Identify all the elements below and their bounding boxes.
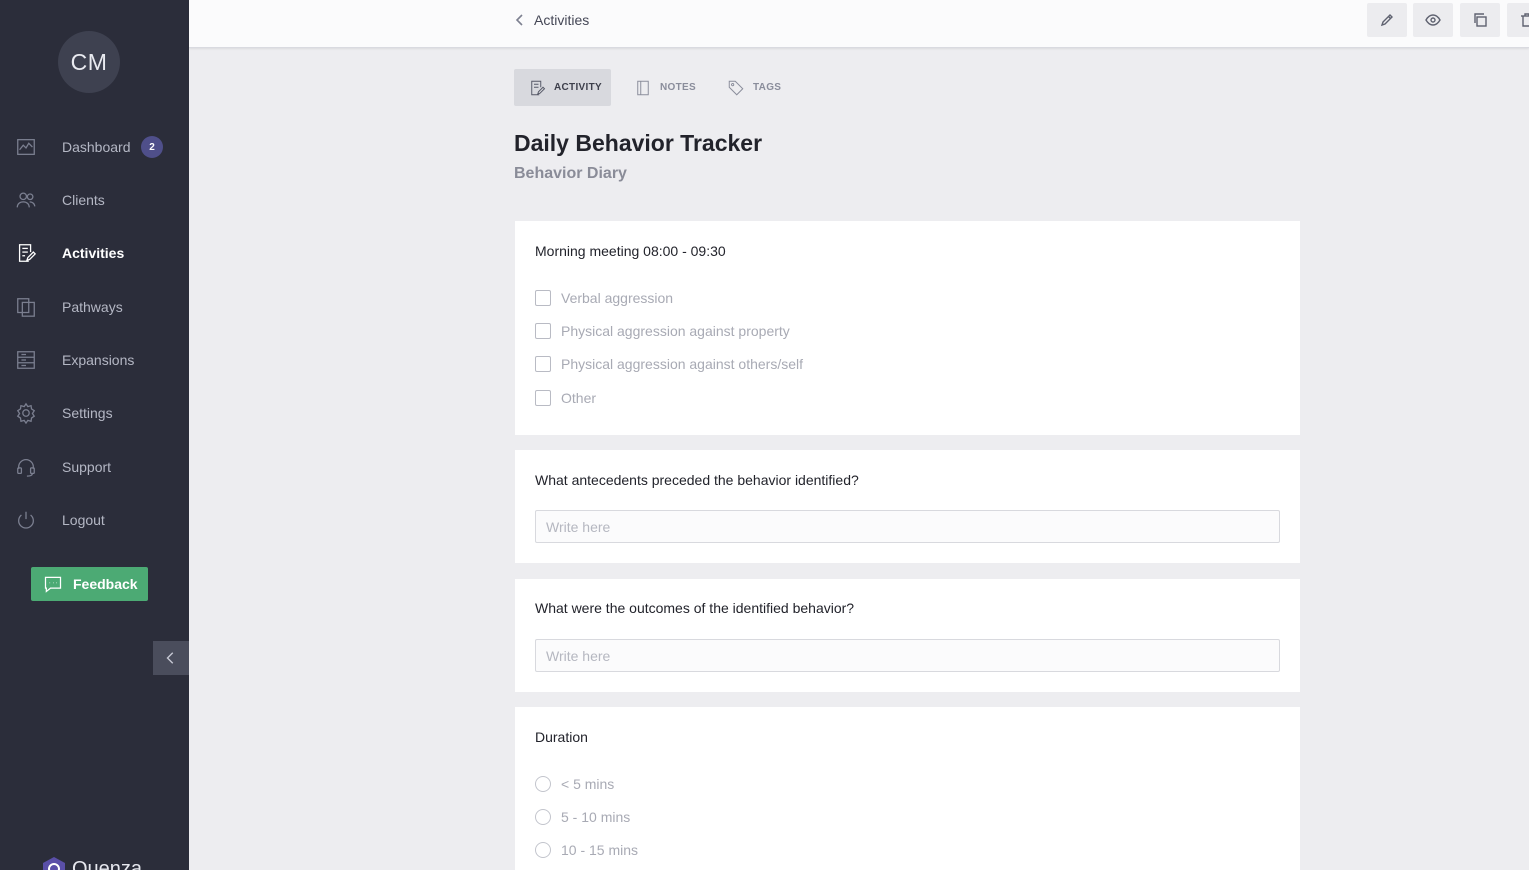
radio-button[interactable]: [535, 809, 551, 825]
tag-icon: [728, 80, 744, 95]
checkbox-option[interactable]: Verbal aggression: [535, 290, 673, 306]
checkbox-option[interactable]: Other: [535, 390, 596, 406]
sidebar-item-clients[interactable]: Clients: [0, 180, 189, 220]
eye-icon: [1425, 14, 1441, 26]
activity-icon: [531, 80, 546, 95]
tab-activity[interactable]: ACTIVITY: [514, 69, 611, 106]
chevron-left-icon: [166, 652, 174, 664]
avatar[interactable]: CM: [58, 31, 120, 93]
checkbox-option[interactable]: Physical aggression against others/self: [535, 356, 803, 372]
quenza-logo-icon: [43, 857, 65, 870]
radio-option[interactable]: 10 - 15 mins: [535, 842, 638, 858]
radio-button[interactable]: [535, 776, 551, 792]
checkbox[interactable]: [535, 323, 551, 339]
outcomes-input[interactable]: [535, 639, 1280, 672]
sidebar-item-logout[interactable]: Logout: [0, 500, 189, 540]
tab-label: NOTES: [660, 82, 696, 93]
option-label: Verbal aggression: [561, 290, 674, 306]
sidebar-item-label: Dashboard: [62, 139, 131, 155]
question-label: What were the outcomes of the identified…: [535, 600, 855, 616]
question-label: Duration: [535, 729, 588, 745]
activity-title: Daily Behavior Tracker: [514, 130, 763, 156]
top-bar: Activities: [189, 0, 1529, 48]
sidebar-item-label: Activities: [62, 245, 125, 261]
users-icon: [14, 188, 38, 212]
radio-option[interactable]: 5 - 10 mins: [535, 809, 630, 825]
pathways-icon: [14, 295, 38, 319]
chat-icon: [44, 576, 62, 593]
sidebar-item-activities[interactable]: Activities: [0, 233, 189, 273]
radio-button[interactable]: [535, 842, 551, 858]
feedback-label: Feedback: [73, 576, 138, 592]
checkbox[interactable]: [535, 290, 551, 306]
brand-logo: Quenza: [40, 855, 142, 870]
option-label: 5 - 10 mins: [561, 809, 631, 825]
expansions-icon: [14, 348, 38, 372]
question-label: Morning meeting 08:00 - 09:30: [535, 243, 726, 259]
trash-icon: [1521, 13, 1529, 27]
option-label: 10 - 15 mins: [561, 842, 639, 858]
sidebar-item-label: Expansions: [62, 352, 135, 368]
brand-name: Quenza: [72, 857, 143, 870]
power-icon: [14, 508, 38, 532]
option-label: Physical aggression against property: [561, 323, 790, 339]
checkbox[interactable]: [535, 390, 551, 406]
question-label: What antecedents preceded the behavior i…: [535, 472, 859, 488]
sidebar-item-label: Support: [62, 459, 112, 475]
tab-tags[interactable]: TAGS: [713, 69, 793, 106]
sidebar-item-settings[interactable]: Settings: [0, 393, 189, 433]
activity-subtitle: Behavior Diary: [514, 165, 627, 182]
notification-badge: 2: [141, 136, 163, 158]
radio-option[interactable]: < 5 mins: [535, 776, 614, 792]
sidebar: CM Dashboard 2 Clients Activities Pathwa…: [0, 0, 189, 870]
collapse-sidebar-button[interactable]: [153, 641, 189, 675]
delete-button[interactable]: [1507, 3, 1529, 37]
sidebar-item-dashboard[interactable]: Dashboard 2: [0, 127, 189, 167]
sidebar-item-label: Logout: [62, 512, 105, 528]
activities-icon: [14, 241, 38, 265]
sidebar-item-expansions[interactable]: Expansions: [0, 340, 189, 380]
tab-notes[interactable]: NOTES: [620, 69, 706, 106]
notes-icon: [637, 80, 649, 95]
checkbox-option[interactable]: Physical aggression against property: [535, 323, 790, 339]
preview-button[interactable]: [1413, 3, 1453, 37]
gear-icon: [14, 401, 38, 425]
feedback-button[interactable]: Feedback: [31, 567, 148, 601]
edit-button[interactable]: [1367, 3, 1407, 37]
option-label: Physical aggression against others/self: [561, 356, 804, 372]
copy-icon: [1474, 13, 1487, 27]
chevron-left-icon: [515, 14, 523, 26]
sidebar-item-label: Pathways: [62, 299, 123, 315]
question-card: Duration < 5 mins 5 - 10 mins 10 - 15 mi…: [515, 707, 1300, 870]
duplicate-button[interactable]: [1460, 3, 1500, 37]
dashboard-chart-icon: [14, 135, 38, 159]
tab-label: TAGS: [753, 82, 782, 93]
option-label: < 5 mins: [561, 776, 615, 792]
question-card: Morning meeting 08:00 - 09:30 Verbal agg…: [515, 221, 1300, 435]
sidebar-item-label: Clients: [62, 192, 105, 208]
back-label: Activities: [534, 12, 590, 28]
antecedents-input[interactable]: [535, 510, 1280, 543]
back-link[interactable]: Activities: [514, 12, 589, 28]
question-card: What antecedents preceded the behavior i…: [515, 450, 1300, 563]
sidebar-item-label: Settings: [62, 405, 113, 421]
question-card: What were the outcomes of the identified…: [515, 579, 1300, 692]
pencil-icon: [1380, 14, 1393, 27]
checkbox[interactable]: [535, 356, 551, 372]
headset-icon: [14, 455, 38, 479]
tab-label: ACTIVITY: [554, 82, 602, 93]
sidebar-item-pathways[interactable]: Pathways: [0, 287, 189, 327]
sidebar-item-support[interactable]: Support: [0, 447, 189, 487]
option-label: Other: [561, 390, 597, 406]
